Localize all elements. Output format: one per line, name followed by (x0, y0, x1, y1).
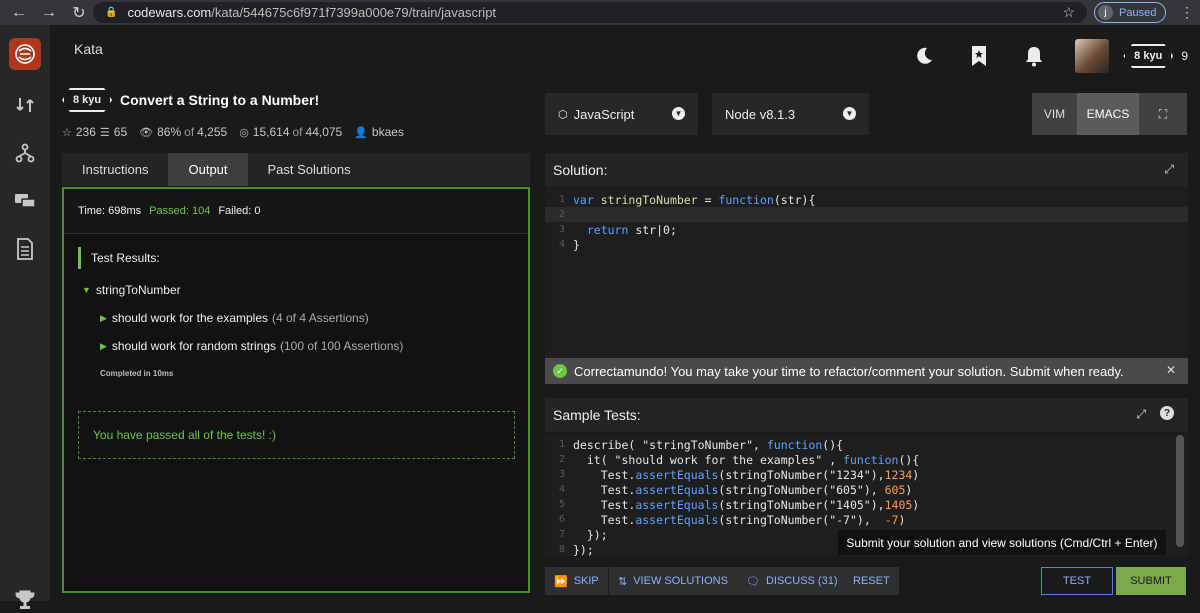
test-summary: Time: 698ms Passed: 104 Failed: 0 (64, 189, 528, 234)
discuss-button[interactable]: 🗨 DISCUSS (31) (737, 567, 847, 595)
bookmark-icon[interactable] (965, 42, 993, 70)
author-stat[interactable]: 👤 bkaes (354, 125, 404, 139)
expand-icon[interactable]: ⤢ (1136, 407, 1146, 422)
stars-stat[interactable]: ☆ 236 (62, 125, 96, 139)
user-rank-badge: 8 kyu (1123, 44, 1173, 68)
user-honor: 9 (1181, 49, 1188, 63)
fullscreen-icon[interactable]: ⛶ (1139, 93, 1187, 135)
it-block-examples[interactable]: ▶ should work for the examples (4 of 4 A… (100, 311, 369, 325)
test-results-heading: Test Results: (78, 247, 160, 269)
view-solutions-button[interactable]: ⇅ VIEW SOLUTIONS (609, 567, 737, 595)
time-label: Time: 698ms (78, 205, 142, 217)
satisfaction-stat: 👁 86% of 4,255 (139, 125, 228, 139)
check-icon: ✓ (553, 364, 567, 378)
caret-right-icon: ▶ (100, 312, 107, 323)
test-button[interactable]: TEST (1041, 567, 1113, 595)
codewars-logo-icon[interactable] (9, 38, 41, 70)
notifications-bell-icon[interactable] (1020, 42, 1048, 70)
success-message: Correctamundo! You may take your time to… (574, 363, 1124, 379)
solution-editor[interactable]: 1 var stringToNumber = function(str){ 2 3… (545, 188, 1188, 358)
submit-tooltip: Submit your solution and view solutions … (838, 530, 1166, 555)
star-icon: ☆ (62, 126, 72, 139)
editor-mode-group: VIM EMACS ⛶ (1032, 93, 1187, 135)
output-panel: Time: 698ms Passed: 104 Failed: 0 Test R… (62, 187, 530, 593)
javascript-icon: ⬡ (558, 108, 568, 121)
tab-output[interactable]: Output (168, 153, 248, 186)
kata-header: 8 kyu Convert a String to a Number! ☆ 236… (62, 88, 532, 144)
chat-icon: 🗨 (746, 575, 760, 588)
submit-button[interactable]: SUBMIT (1116, 567, 1186, 595)
skip-button[interactable]: ⏩ SKIP (545, 567, 608, 595)
profile-avatar: j (1098, 5, 1113, 20)
left-tabs: Instructions Output Past Solutions (62, 153, 530, 186)
solution-heading: Solution: (553, 162, 608, 178)
success-banner: ✓ Correctamundo! You may take your time … (545, 358, 1188, 384)
expand-icon[interactable]: ⤢ (1164, 162, 1174, 177)
passed-count: Passed: 104 (149, 205, 211, 217)
docs-icon[interactable] (12, 236, 38, 262)
trophy-icon[interactable] (12, 587, 38, 613)
reset-button[interactable]: RESET (844, 567, 899, 595)
describe-block[interactable]: ▼ stringToNumber (82, 283, 181, 297)
dark-mode-moon-icon[interactable] (910, 42, 938, 70)
tab-past-solutions[interactable]: Past Solutions (248, 153, 371, 186)
app-header: Kata 8 kyu 9 (50, 25, 1200, 83)
practice-branch-icon[interactable] (12, 140, 38, 166)
user-avatar[interactable] (1075, 39, 1110, 73)
reload-icon[interactable]: ↻ (68, 2, 90, 24)
lock-icon: 🔒 (105, 7, 118, 18)
main-sidebar (0, 25, 50, 609)
tab-instructions[interactable]: Instructions (62, 153, 168, 186)
it-block-random[interactable]: ▶ should work for random strings (100 of… (100, 339, 403, 353)
training-icon[interactable] (12, 92, 38, 118)
browser-toolbar: ← → ↻ 🔒 codewars.com/kata/544675c6f971f7… (0, 0, 1200, 25)
failed-count: Failed: 0 (218, 205, 261, 217)
user-icon: 👤 (354, 126, 368, 139)
discuss-chat-icon[interactable] (12, 188, 38, 214)
page-title: Kata (74, 41, 103, 57)
browser-profile-button[interactable]: j Paused (1094, 2, 1166, 23)
close-icon[interactable]: ✕ (1166, 363, 1176, 377)
kata-title: Convert a String to a Number! (120, 92, 320, 108)
vim-mode-button[interactable]: VIM (1032, 93, 1077, 135)
url-path: /kata/544675c6f971f7399a000e79/train/jav… (211, 5, 497, 20)
collections-icon: ☰ (99, 126, 110, 139)
kata-rank-badge: 8 kyu (62, 88, 112, 112)
chevron-down-icon: ▼ (672, 107, 685, 120)
bookmark-star-icon[interactable]: ☆ (1062, 4, 1075, 21)
skip-icon: ⏩ (554, 575, 568, 588)
browser-menu-icon[interactable]: ⋮ (1180, 4, 1194, 21)
kata-stats: ☆ 236 ☰ 65 👁 86% of 4,255 ◎ 15,614 of 44,075 👤 bk… (62, 125, 416, 139)
forward-arrow-icon[interactable]: → (38, 2, 60, 24)
solution-header: Solution: ⤢ (545, 153, 1188, 187)
runtime-select[interactable]: Node v8.1.3 ▼ (712, 93, 869, 135)
target-icon: ◎ (239, 126, 249, 139)
sample-tests-header: Sample Tests: ⤢ ? (545, 398, 1188, 432)
collections-stat[interactable]: ☰ 65 (100, 125, 127, 139)
language-select[interactable]: ⬡ JavaScript ▼ (545, 93, 698, 135)
chevron-down-icon: ▼ (843, 107, 856, 120)
sample-tests-scrollbar[interactable] (1176, 435, 1184, 547)
back-arrow-icon[interactable]: ← (8, 2, 30, 24)
eye-icon: 👁 (139, 126, 154, 139)
completed-time: Completed in 10ms (100, 369, 174, 378)
caret-down-icon: ▼ (82, 285, 91, 295)
caret-right-icon: ▶ (100, 340, 107, 351)
url-host: codewars.com (127, 5, 212, 20)
solutions-icon: ⇅ (618, 575, 628, 588)
completions-stat: ◎ 15,614 of 44,075 (239, 125, 343, 139)
passed-all-message: You have passed all of the tests! :) (78, 411, 515, 459)
sample-tests-heading: Sample Tests: (553, 407, 641, 423)
help-icon[interactable]: ? (1160, 406, 1174, 420)
profile-status: Paused (1119, 6, 1157, 19)
address-bar[interactable]: 🔒 codewars.com/kata/544675c6f971f7399a00… (93, 2, 1087, 23)
emacs-mode-button[interactable]: EMACS (1077, 93, 1139, 135)
